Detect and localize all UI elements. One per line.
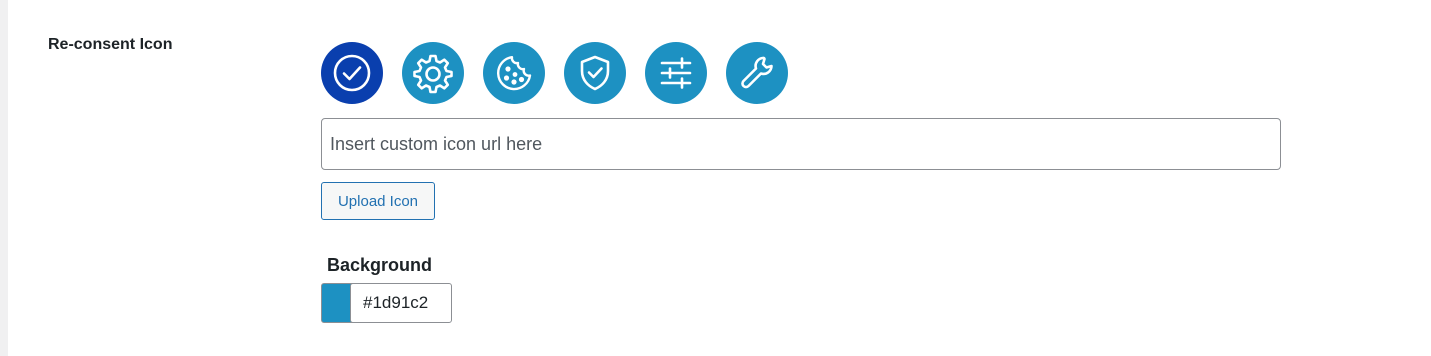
icon-option-wrench[interactable] bbox=[726, 42, 788, 104]
background-color-picker bbox=[321, 283, 452, 323]
icon-option-gear[interactable] bbox=[402, 42, 464, 104]
custom-icon-url-input[interactable] bbox=[321, 118, 1281, 170]
icon-option-cookie[interactable] bbox=[483, 42, 545, 104]
check-circle-icon bbox=[333, 54, 371, 92]
icon-option-check[interactable] bbox=[321, 42, 383, 104]
setting-label: Re-consent Icon bbox=[48, 36, 173, 53]
settings-panel: Re-consent Icon Insert custom icon url h… bbox=[8, 0, 1431, 356]
background-label: Background bbox=[327, 255, 433, 275]
icon-option-shield[interactable] bbox=[564, 42, 626, 104]
gear-icon bbox=[413, 54, 453, 94]
icon-picker bbox=[321, 42, 788, 104]
shield-check-icon bbox=[580, 55, 610, 91]
cookie-icon bbox=[496, 56, 532, 91]
wrench-icon bbox=[741, 56, 773, 89]
color-hex-input[interactable] bbox=[350, 283, 452, 323]
upload-icon-button[interactable]: Upload Icon bbox=[321, 182, 435, 220]
sliders-icon bbox=[660, 57, 692, 89]
icon-option-sliders[interactable] bbox=[645, 42, 707, 104]
